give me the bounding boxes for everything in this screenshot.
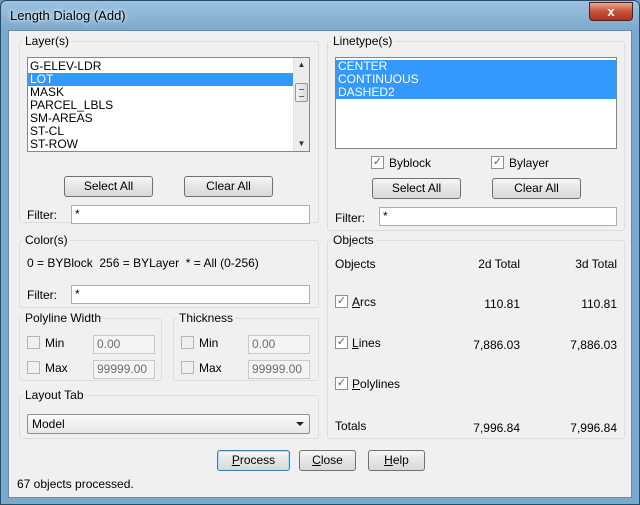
polyline-width-group: Polyline Width Min 0.00 Max 99999.00 (19, 311, 162, 381)
thickness-max-label: Max (199, 361, 222, 375)
objects-column-header: Objects (335, 257, 376, 271)
polyline-max-label: Max (45, 361, 68, 375)
polyline-max-checkbox[interactable] (27, 361, 40, 374)
layers-filter-label: Filter: (27, 208, 57, 222)
title-bar[interactable]: Length Dialog (Add) x (1, 1, 639, 29)
layer-list-item[interactable]: G-ELEV-LDR (28, 60, 309, 73)
layout-tab-group: Layout Tab Model (19, 388, 319, 439)
lines-label: Lines (352, 336, 381, 350)
scroll-thumb[interactable] (295, 83, 308, 102)
scroll-up-icon[interactable]: ▲ (294, 58, 309, 72)
totals-2d: 7,996.84 (473, 421, 520, 435)
checkmark-icon: ✓ (336, 336, 347, 348)
thickness-group: Thickness Min 0.00 Max 99999.00 (173, 311, 319, 381)
linetypes-clear-all-button[interactable]: Clear All (492, 178, 581, 199)
thickness-group-label: Thickness (177, 311, 236, 325)
scroll-down-icon[interactable]: ▼ (294, 137, 309, 151)
linetype-list-item[interactable]: DASHED2 (336, 86, 616, 99)
layout-tab-selected-value: Model (32, 417, 65, 431)
checkmark-icon: ✓ (372, 156, 383, 168)
checkmark-icon: ✓ (336, 377, 347, 389)
colors-filter-label: Filter: (27, 288, 57, 302)
thickness-min-input[interactable]: 0.00 (248, 335, 310, 354)
objects-group-label: Objects (331, 233, 376, 247)
bylayer-checkbox[interactable]: ✓ (491, 156, 504, 169)
layer-list-item[interactable]: LOT (28, 73, 309, 86)
layers-filter-input[interactable]: * (71, 205, 310, 224)
colors-group: Color(s) 0 = BYBlock 256 = BYLayer * = A… (19, 233, 319, 308)
layer-list-item[interactable]: ST-ROW (28, 138, 309, 151)
dialog-window: Length Dialog (Add) x Layer(s) G-ELEV-LD… (0, 0, 640, 505)
linetypes-listbox[interactable]: CENTER CONTINUOUS DASHED2 (335, 57, 617, 149)
objects-group: Objects Objects 2d Total 3d Total ✓ Arcs… (327, 233, 625, 439)
thickness-max-checkbox[interactable] (181, 361, 194, 374)
arcs-3d-total: 110.81 (581, 297, 617, 311)
thickness-min-label: Min (199, 336, 219, 350)
polyline-width-group-label: Polyline Width (23, 311, 104, 325)
polylines-checkbox[interactable]: ✓ (335, 377, 348, 390)
colors-filter-input[interactable]: * (71, 285, 310, 304)
2d-total-column-header: 2d Total (478, 257, 520, 271)
byblock-checkbox[interactable]: ✓ (371, 156, 384, 169)
lines-checkbox[interactable]: ✓ (335, 336, 348, 349)
checkmark-icon: ✓ (492, 156, 503, 168)
checkmark-icon: ✓ (336, 295, 347, 307)
polyline-min-label: Min (45, 336, 65, 350)
colors-group-label: Color(s) (23, 233, 70, 247)
dialog-client: Layer(s) G-ELEV-LDR LOT MASK PARCEL_LBLS SM-… (8, 30, 632, 498)
layers-select-all-button[interactable]: Select All (64, 176, 153, 197)
window-title: Length Dialog (Add) (10, 8, 126, 23)
layout-tab-select[interactable]: Model (27, 414, 310, 434)
window-close-button[interactable]: x (589, 2, 633, 21)
thickness-max-input[interactable]: 99999.00 (248, 360, 310, 379)
status-text: 67 objects processed. (17, 477, 134, 491)
linetypes-filter-input[interactable]: * (379, 207, 617, 226)
process-button[interactable]: Process (217, 450, 290, 471)
arcs-label: Arcs (352, 295, 377, 309)
layers-group: Layer(s) G-ELEV-LDR LOT MASK PARCEL_LBLS SM-… (19, 34, 319, 224)
layers-clear-all-button[interactable]: Clear All (184, 176, 273, 197)
layers-scrollbar[interactable]: ▲ ▼ (293, 58, 309, 151)
3d-total-column-header: 3d Total (575, 257, 617, 271)
colors-hint-text: 0 = BYBlock 256 = BYLayer * = All (0-256… (27, 256, 259, 270)
bylayer-label: Bylayer (509, 156, 550, 170)
linetypes-group-label: Linetype(s) (331, 34, 395, 48)
linetypes-filter-label: Filter: (335, 211, 365, 225)
arcs-2d-total: 110.81 (484, 297, 520, 311)
arcs-checkbox[interactable]: ✓ (335, 295, 348, 308)
layers-group-label: Layer(s) (23, 34, 72, 48)
layer-list-item[interactable]: SM-AREAS (28, 112, 309, 125)
lines-3d-total: 7,886.03 (570, 338, 617, 352)
totals-3d: 7,996.84 (570, 421, 617, 435)
close-button[interactable]: Close (299, 450, 356, 471)
byblock-label: Byblock (389, 156, 432, 170)
polylines-label: Polylines (352, 377, 401, 391)
polyline-min-checkbox[interactable] (27, 336, 40, 349)
polyline-min-input[interactable]: 0.00 (93, 335, 155, 354)
linetypes-group: Linetype(s) CENTER CONTINUOUS DASHED2 ✓ By… (327, 34, 625, 231)
layers-listbox[interactable]: G-ELEV-LDR LOT MASK PARCEL_LBLS SM-AREAS ST-C… (27, 57, 310, 152)
thickness-min-checkbox[interactable] (181, 336, 194, 349)
layout-tab-group-label: Layout Tab (23, 388, 86, 402)
lines-2d-total: 7,886.03 (473, 338, 520, 352)
help-button[interactable]: Help (368, 450, 425, 471)
polyline-max-input[interactable]: 99999.00 (93, 360, 155, 379)
linetypes-select-all-button[interactable]: Select All (372, 178, 461, 199)
chevron-down-icon (296, 422, 304, 426)
totals-label: Totals (335, 419, 367, 433)
